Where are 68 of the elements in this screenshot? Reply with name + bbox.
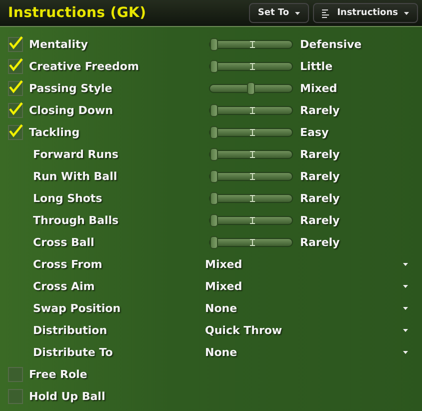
slider-thumb[interactable] (210, 170, 218, 182)
setting-value: Rarely (300, 104, 340, 116)
midpoint-icon (250, 62, 255, 70)
setting-label: Long Shots (32, 192, 104, 204)
midpoint-icon (250, 40, 255, 48)
menu-button[interactable]: Set To (248, 3, 310, 23)
setting-label: Tackling (29, 126, 81, 138)
setting-label: Cross From (32, 258, 104, 270)
setting-label: Swap Position (32, 302, 122, 314)
slider-thumb[interactable] (210, 192, 218, 204)
midpoint-icon (250, 238, 255, 246)
checkbox[interactable] (8, 36, 23, 52)
menu-button[interactable]: Instructions (313, 3, 418, 23)
dropdown[interactable]: Mixed (205, 277, 410, 295)
setting-value: Rarely (300, 214, 340, 226)
setting-value: Easy (300, 126, 329, 138)
setting-label: Distribute To (32, 346, 114, 358)
caret-icon (403, 306, 408, 310)
setting-label: Closing Down (29, 104, 114, 116)
midpoint-icon (250, 150, 255, 158)
panel-title: Instructions (GK) (8, 5, 146, 21)
checkbox[interactable] (8, 58, 23, 74)
caret-icon (403, 350, 408, 354)
dropdown[interactable]: None (205, 343, 410, 361)
setting-label: Passing Style (29, 82, 114, 94)
caret-icon (404, 12, 409, 14)
checkbox[interactable] (8, 80, 23, 96)
list-icon (322, 8, 332, 18)
setting-label: Creative Freedom (29, 60, 140, 72)
setting-label: Through Balls (32, 214, 120, 226)
slider-thumb[interactable] (210, 236, 218, 248)
midpoint-icon (250, 128, 255, 136)
setting-value: Little (300, 60, 333, 72)
slider-thumb[interactable] (247, 82, 255, 94)
checkbox[interactable] (8, 102, 23, 118)
dropdown[interactable]: Quick Throw (205, 321, 410, 339)
checkbox[interactable] (8, 366, 23, 382)
setting-label: Cross Aim (32, 280, 96, 292)
caret-icon (295, 12, 300, 14)
slider-thumb[interactable] (210, 148, 218, 160)
midpoint-icon (250, 216, 255, 224)
midpoint-icon (250, 194, 255, 202)
slider-thumb[interactable] (210, 126, 218, 138)
setting-value: Rarely (300, 236, 340, 248)
setting-value: Rarely (300, 170, 340, 182)
caret-icon (403, 262, 408, 266)
setting-label: Run With Ball (32, 170, 118, 182)
dropdown[interactable]: Mixed (205, 255, 410, 273)
slider-thumb[interactable] (210, 214, 218, 226)
setting-value: Defensive (300, 38, 362, 50)
midpoint-icon (250, 106, 255, 114)
setting-label: Mentality (29, 38, 89, 50)
slider-thumb[interactable] (210, 104, 218, 116)
setting-value: Rarely (300, 148, 340, 160)
slider-thumb[interactable] (210, 60, 218, 72)
midpoint-icon (250, 172, 255, 180)
slider-thumb[interactable] (210, 38, 218, 50)
setting-value: Rarely (300, 192, 340, 204)
setting-label: Cross Ball (32, 236, 96, 248)
setting-label: Hold Up Ball (29, 390, 106, 402)
setting-label: Forward Runs (32, 148, 120, 160)
caret-icon (403, 328, 408, 332)
setting-value: Mixed (300, 82, 338, 94)
caret-icon (403, 284, 408, 288)
dropdown[interactable]: None (205, 299, 410, 317)
setting-label: Free Role (29, 368, 88, 380)
checkbox[interactable] (8, 388, 23, 404)
checkbox[interactable] (8, 124, 23, 140)
